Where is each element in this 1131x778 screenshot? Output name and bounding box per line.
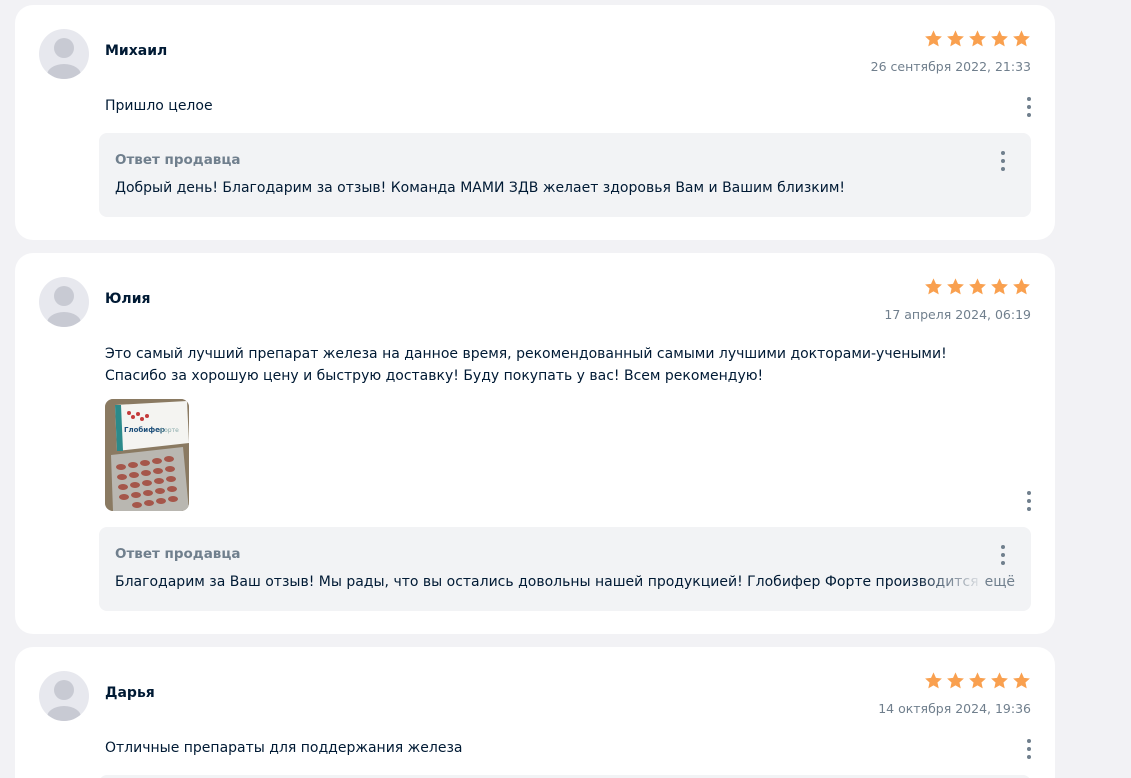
- star-icon: [991, 30, 1008, 47]
- star-icon: [969, 672, 986, 689]
- review-date: 14 октября 2024, 19:36: [878, 701, 1031, 716]
- review-card: Юлия 17 апреля 2024, 06:19 Это самый луч…: [15, 253, 1055, 634]
- dot-icon: [1001, 553, 1005, 557]
- reply-menu-button[interactable]: [996, 150, 1010, 172]
- review-menu-button[interactable]: [1022, 490, 1036, 512]
- dot-icon: [1027, 499, 1031, 503]
- reviews-feed: Михаил 26 сентября 2022, 21:33 Пришло це…: [0, 0, 1131, 778]
- star-icon: [1013, 278, 1030, 295]
- dot-icon: [1027, 739, 1031, 743]
- star-icon: [925, 30, 942, 47]
- review-date: 17 апреля 2024, 06:19: [884, 307, 1031, 322]
- star-icon: [947, 672, 964, 689]
- review-author: Михаил: [105, 43, 168, 59]
- rating-stars: [924, 277, 1031, 296]
- review-text-line: Это самый лучший препарат железа на данн…: [105, 346, 947, 362]
- star-icon: [1013, 672, 1030, 689]
- review-author: Дарья: [105, 685, 155, 701]
- user-placeholder-icon: [47, 38, 81, 79]
- dot-icon: [1027, 113, 1031, 117]
- dot-icon: [1027, 507, 1031, 511]
- review-author: Юлия: [105, 291, 151, 307]
- seller-reply: Ответ продавца Благодарим за Ваш отзыв! …: [99, 527, 1031, 611]
- dot-icon: [1027, 491, 1031, 495]
- review-text-line: Пришло целое: [105, 98, 213, 114]
- dot-icon: [1027, 747, 1031, 751]
- photo-box-variant: форте: [159, 427, 179, 434]
- dot-icon: [1001, 167, 1005, 171]
- review-menu-button[interactable]: [1022, 96, 1036, 118]
- review-date: 26 сентября 2022, 21:33: [870, 59, 1031, 74]
- review-text: Это самый лучший препарат железа на данн…: [105, 343, 1005, 387]
- dot-icon: [1001, 159, 1005, 163]
- star-icon: [947, 278, 964, 295]
- review-card: Михаил 26 сентября 2022, 21:33 Пришло це…: [15, 5, 1055, 240]
- seller-reply: Ответ продавца Добрый день! Благодарим з…: [99, 133, 1031, 217]
- star-icon: [947, 30, 964, 47]
- review-text: Пришло целое: [105, 95, 1005, 117]
- star-icon: [925, 278, 942, 295]
- dot-icon: [1001, 561, 1005, 565]
- user-placeholder-icon: [47, 286, 81, 327]
- product-photo-image: Глобифер форте: [105, 399, 189, 511]
- rating-stars: [924, 671, 1031, 690]
- star-icon: [969, 30, 986, 47]
- dot-icon: [1027, 755, 1031, 759]
- dot-icon: [1027, 105, 1031, 109]
- dot-icon: [1027, 97, 1031, 101]
- review-photo[interactable]: Глобифер форте: [105, 399, 189, 511]
- review-text-line: Спасибо за хорошую цену и быструю достав…: [105, 368, 764, 384]
- star-icon: [991, 278, 1008, 295]
- avatar: [39, 29, 89, 79]
- star-icon: [969, 278, 986, 295]
- dot-icon: [1001, 151, 1005, 155]
- avatar: [39, 277, 89, 327]
- seller-reply-text: Благодарим за Ваш отзыв! Мы рады, что вы…: [115, 574, 979, 590]
- show-more-link[interactable]: ещё: [985, 574, 1015, 590]
- seller-reply-text: Добрый день! Благодарим за отзыв! Команд…: [115, 180, 846, 196]
- seller-reply-title: Ответ продавца: [115, 546, 241, 562]
- dot-icon: [1001, 545, 1005, 549]
- seller-reply-title: Ответ продавца: [115, 152, 241, 168]
- avatar: [39, 671, 89, 721]
- reply-menu-button[interactable]: [996, 544, 1010, 566]
- star-icon: [1013, 30, 1030, 47]
- review-card: Дарья 14 октября 2024, 19:36 Отличные пр…: [15, 647, 1055, 778]
- star-icon: [991, 672, 1008, 689]
- rating-stars: [924, 29, 1031, 48]
- star-icon: [925, 672, 942, 689]
- user-placeholder-icon: [47, 680, 81, 721]
- review-menu-button[interactable]: [1022, 738, 1036, 760]
- review-text: Отличные препараты для поддержания желез…: [105, 737, 1005, 759]
- review-text-line: Отличные препараты для поддержания желез…: [105, 740, 463, 756]
